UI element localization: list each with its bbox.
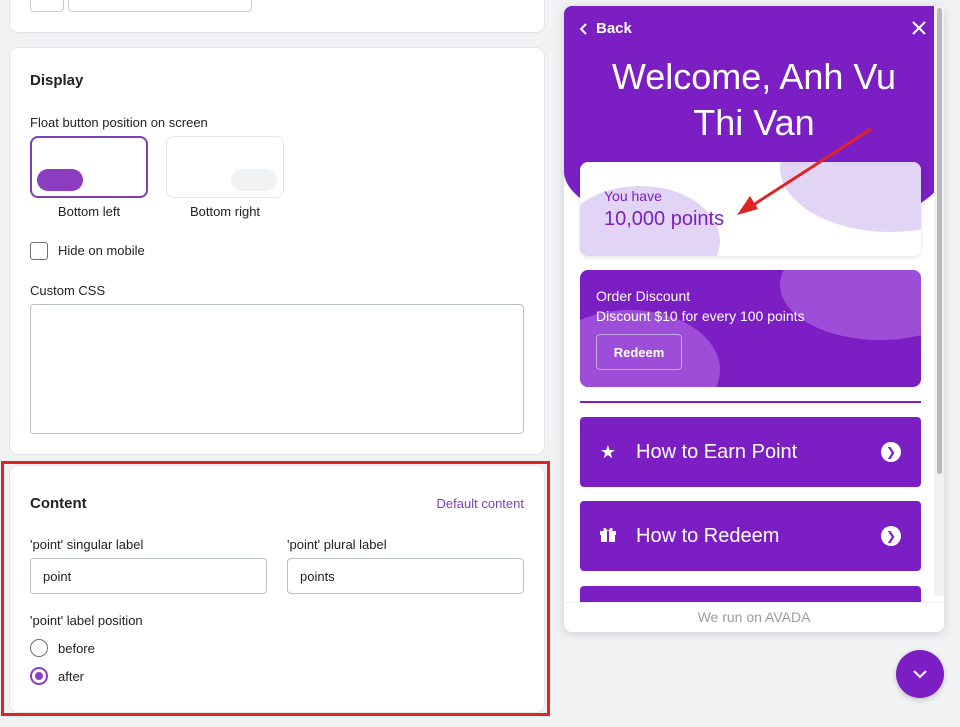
points-card: You have 10,000 points <box>580 162 921 256</box>
content-card: Content Default content 'point' singular… <box>10 466 544 712</box>
plural-label: 'point' plural label <box>287 537 387 552</box>
singular-label: 'point' singular label <box>30 537 144 552</box>
position-option-bottom-left[interactable] <box>30 136 148 198</box>
how-to-redeem-button[interactable]: How to Redeem ❯ <box>580 501 921 571</box>
redeem-button[interactable]: Redeem <box>596 334 682 370</box>
custom-css-textarea[interactable] <box>30 304 524 434</box>
radio-before-label: before <box>58 641 95 656</box>
you-have-label: You have <box>604 188 662 204</box>
bottom-left-caption: Bottom left <box>57 204 121 219</box>
widget-scrollbar-thumb[interactable] <box>937 8 942 474</box>
label-position-label: 'point' label position <box>30 613 143 628</box>
decorative-blob <box>780 162 921 232</box>
discount-description: Discount $10 for every 100 points <box>596 308 805 324</box>
welcome-heading: Welcome, Anh Vu Thi Van <box>611 56 897 143</box>
display-title: Display <box>30 72 84 89</box>
loyalty-widget-preview: Back Welcome, Anh Vu Thi Van You have 10… <box>564 6 944 632</box>
singular-input[interactable] <box>30 558 267 594</box>
decorative-blob <box>780 270 921 340</box>
custom-css-label: Custom CSS <box>30 283 106 298</box>
radio-before[interactable] <box>30 639 48 657</box>
float-button-preview <box>231 169 277 191</box>
float-position-label: Float button position on screen <box>30 115 208 130</box>
points-balance: 10,000 points <box>604 208 725 230</box>
close-icon[interactable] <box>912 18 926 41</box>
bottom-right-caption: Bottom right <box>189 204 261 219</box>
chevron-left-icon <box>580 22 587 35</box>
float-button-preview <box>37 169 83 191</box>
discount-title: Order Discount <box>596 288 691 304</box>
position-option-bottom-right[interactable] <box>166 136 284 198</box>
how-to-redeem-label: How to Redeem <box>636 524 780 547</box>
default-content-link[interactable]: Default content <box>437 496 524 511</box>
chevron-right-icon: ❯ <box>881 526 901 546</box>
chevron-right-icon: ❯ <box>881 442 901 462</box>
chevron-down-icon <box>913 669 927 678</box>
widget-float-button[interactable] <box>896 650 944 698</box>
gift-icon <box>598 525 618 548</box>
order-discount-card: Order Discount Discount $10 for every 10… <box>580 270 921 387</box>
color-swatch[interactable] <box>30 0 64 12</box>
section-divider <box>580 401 921 403</box>
color-input[interactable] <box>68 0 252 12</box>
widget-footer: We run on AVADA <box>564 602 944 632</box>
radio-after[interactable] <box>30 667 48 685</box>
how-to-earn-button[interactable]: ★ How to Earn Point ❯ <box>580 417 921 487</box>
hide-on-mobile-label: Hide on mobile <box>58 243 145 258</box>
back-button[interactable]: Back <box>580 20 632 37</box>
radio-after-label: after <box>58 669 85 684</box>
top-settings-card <box>10 0 544 32</box>
hide-on-mobile-checkbox[interactable] <box>30 242 48 260</box>
star-icon: ★ <box>599 441 617 462</box>
content-title: Content <box>30 495 87 512</box>
plural-input[interactable] <box>287 558 524 594</box>
how-to-earn-label: How to Earn Point <box>636 440 798 463</box>
back-label: Back <box>596 20 632 37</box>
display-card: Display Float button position on screen … <box>10 48 544 454</box>
